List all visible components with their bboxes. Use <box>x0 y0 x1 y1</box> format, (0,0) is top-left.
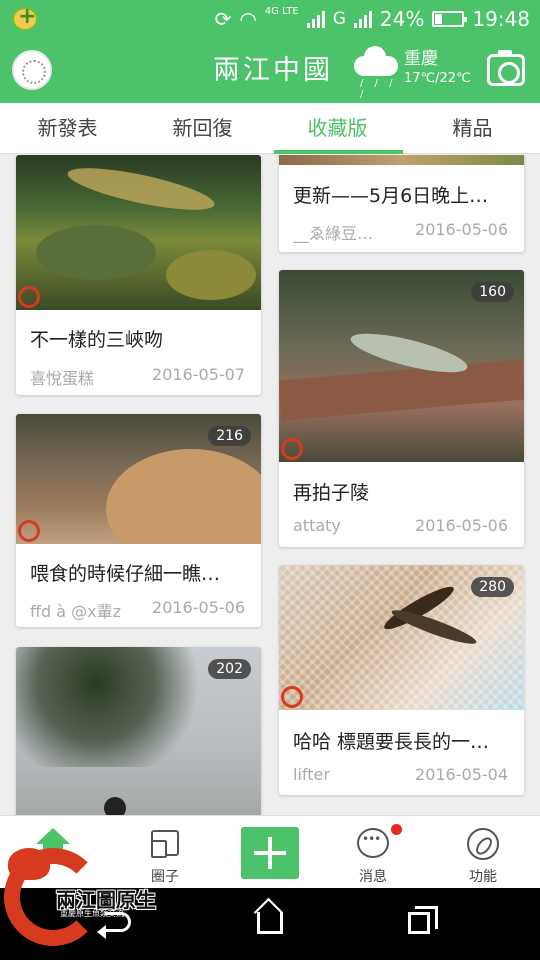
signal-icon <box>306 10 325 28</box>
weather-city: 重慶 <box>404 49 438 69</box>
post-image: 280 <box>279 565 524 710</box>
wifi-icon: ◠ <box>239 7 257 31</box>
post-date: 2016-05-06 <box>152 598 245 617</box>
network-type: 4G LTE <box>264 5 299 17</box>
signal-icon-2 <box>353 10 372 28</box>
post-image <box>16 155 261 310</box>
message-icon <box>357 828 389 858</box>
post-title: 再拍子陵 <box>293 482 370 504</box>
post-date: 2016-05-06 <box>415 516 508 535</box>
tab-bar: 新發表 新回復 收藏版 精品 <box>0 103 540 154</box>
post-date: 2016-05-06 <box>415 220 508 239</box>
tab-featured[interactable]: 精品 <box>405 103 540 153</box>
carrier-g: G <box>332 9 346 29</box>
watermark-icon <box>18 286 40 308</box>
cloud-rain-icon: / / / / <box>352 46 400 100</box>
post-date: 2016-05-04 <box>415 765 508 784</box>
back-icon[interactable] <box>97 912 131 939</box>
recent-apps-icon[interactable] <box>408 906 438 934</box>
post-title: 更新——5月6日晚上… <box>293 185 489 207</box>
post-image: 216 <box>16 414 261 544</box>
app-header: 兩江中國 / / / / 重慶 17℃/22℃ <box>0 38 540 103</box>
nav-home[interactable] <box>0 816 100 889</box>
post-image: 160 <box>279 270 524 462</box>
view-count-badge: 160 <box>471 282 514 302</box>
post-date: 2016-05-07 <box>152 365 245 384</box>
post-title: 喂食的時候仔細一瞧… <box>30 563 221 585</box>
add-post-button[interactable] <box>241 827 299 879</box>
chat-bubbles-icon <box>151 830 179 858</box>
watermark-icon <box>281 686 303 708</box>
post-feed[interactable]: 不一樣的三峽吻 喜悅蛋糕 2016-05-07 216 喂食的時候仔細一瞧… f… <box>0 155 540 815</box>
post-title: 哈哈 標題要長長的一… <box>293 731 490 753</box>
post-image <box>279 155 524 165</box>
watermark-icon <box>18 520 40 542</box>
nav-circle[interactable]: 圈子 <box>115 816 215 889</box>
system-nav-bar <box>0 888 540 960</box>
post-title: 不一樣的三峽吻 <box>30 329 164 351</box>
compass-icon <box>467 828 499 860</box>
view-count-badge: 280 <box>471 577 514 597</box>
nav-circle-label: 圈子 <box>151 869 179 885</box>
nav-messages-label: 消息 <box>359 869 387 885</box>
home-icon <box>36 828 70 859</box>
nav-messages[interactable]: 消息 <box>323 816 423 889</box>
battery-fill <box>435 14 442 24</box>
post-author: lifter <box>293 765 330 784</box>
view-count-badge: 202 <box>208 659 251 679</box>
sync-icon: ⟳ <box>214 7 232 31</box>
tab-new-replies[interactable]: 新回復 <box>135 103 270 153</box>
post-author: attaty <box>293 516 341 535</box>
clock: 19:48 <box>472 7 530 31</box>
post-image: 202 <box>16 647 261 815</box>
tab-favorites[interactable]: 收藏版 <box>270 103 405 154</box>
post-author: ffd à @x輩z <box>30 602 122 621</box>
post-card[interactable]: 更新——5月6日晚上… __ゑ綠豆… 2016-05-06 <box>279 155 524 252</box>
post-card[interactable]: 216 喂食的時候仔細一瞧… ffd à @x輩z 2016-05-06 <box>16 414 261 627</box>
battery-icon <box>432 11 468 27</box>
post-card[interactable]: 202 <box>16 647 261 815</box>
post-author: __ゑ綠豆… <box>293 224 374 243</box>
page-title: 兩江中國 <box>213 55 333 86</box>
tab-new-posts[interactable]: 新發表 <box>0 103 135 153</box>
nav-functions[interactable]: 功能 <box>433 816 533 889</box>
post-card[interactable]: 160 再拍子陵 attaty 2016-05-06 <box>279 270 524 547</box>
post-card[interactable]: 不一樣的三峽吻 喜悅蛋糕 2016-05-07 <box>16 155 261 395</box>
status-bar: ⟳ ◠ 4G LTE G 24% 19:48 <box>0 0 540 38</box>
camera-icon[interactable] <box>487 50 525 86</box>
app-notification-icon <box>12 4 38 31</box>
post-card[interactable]: 280 哈哈 標題要長長的一… lifter 2016-05-04 <box>279 565 524 795</box>
post-author: 喜悅蛋糕 <box>30 369 95 388</box>
watermark-icon <box>281 438 303 460</box>
nav-functions-label: 功能 <box>469 869 497 885</box>
battery-percent: 24% <box>379 7 425 31</box>
view-count-badge: 216 <box>208 426 251 446</box>
unread-dot <box>391 824 402 835</box>
bottom-nav: 圈子 消息 功能 <box>0 815 540 888</box>
home-button-icon[interactable] <box>257 912 283 934</box>
avatar[interactable] <box>12 50 52 90</box>
status-icons: ⟳ ◠ 4G LTE G 24% 19:48 <box>215 4 530 34</box>
weather-temp: 17℃/22℃ <box>404 71 471 86</box>
